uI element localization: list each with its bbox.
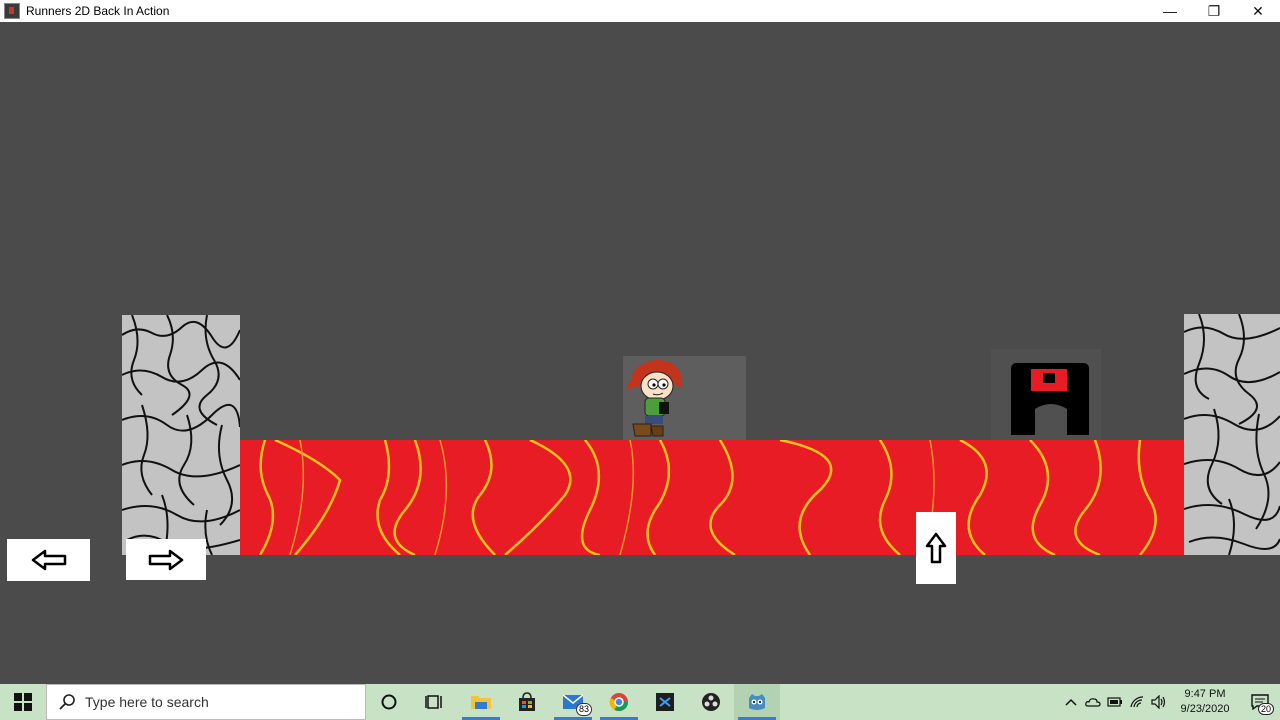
obs-icon	[702, 693, 720, 711]
arrow-up-icon	[925, 532, 947, 564]
cortana-button[interactable]	[366, 684, 412, 720]
godot-button[interactable]	[734, 684, 780, 720]
enemy-sprite-box	[991, 349, 1101, 440]
clock-time: 9:47 PM	[1184, 688, 1226, 700]
battery-icon[interactable]	[1104, 684, 1126, 720]
app-icon	[4, 3, 20, 19]
action-center-button[interactable]: 20	[1240, 684, 1280, 720]
obs-button[interactable]	[688, 684, 734, 720]
lava-pool	[240, 440, 1184, 555]
player-character-icon	[627, 360, 682, 437]
visual-studio-button[interactable]	[642, 684, 688, 720]
search-placeholder: Type here to search	[85, 694, 209, 710]
mail-badge: 83	[575, 703, 592, 716]
arrow-left-icon	[31, 549, 66, 571]
close-button[interactable]: ✕	[1236, 0, 1280, 22]
maximize-button[interactable]: ❐	[1192, 0, 1236, 22]
file-explorer-button[interactable]	[458, 684, 504, 720]
game-viewport[interactable]	[0, 22, 1280, 684]
mail-button[interactable]: 83	[550, 684, 596, 720]
arrow-right-icon	[148, 549, 184, 570]
enemy-monster-icon	[1011, 363, 1089, 435]
system-tray: 9:47 PM 9/23/2020 20	[1060, 684, 1280, 720]
taskbar-search-box[interactable]: Type here to search	[46, 684, 366, 720]
window-controls: — ❐ ✕	[1148, 0, 1280, 22]
taskbar: Type here to search 83 9:47 PM 9/23/2020…	[0, 684, 1280, 720]
tray-chevron-icon[interactable]	[1060, 684, 1082, 720]
start-button[interactable]	[0, 684, 46, 720]
chrome-icon	[609, 693, 628, 712]
windows-logo-icon	[14, 693, 32, 711]
clock-date: 9/23/2020	[1180, 703, 1230, 715]
stone-pillar-left	[122, 315, 240, 555]
jump-button[interactable]	[916, 512, 956, 584]
taskbar-clock[interactable]: 9:47 PM 9/23/2020	[1170, 687, 1240, 717]
vs-icon	[656, 693, 674, 711]
task-view-icon	[425, 695, 442, 709]
wifi-icon[interactable]	[1126, 684, 1148, 720]
taskbar-apps: 83	[366, 684, 780, 720]
move-left-button[interactable]	[7, 539, 90, 581]
move-right-button[interactable]	[126, 539, 206, 580]
window-titlebar[interactable]: Runners 2D Back In Action — ❐ ✕	[0, 0, 1280, 22]
volume-icon[interactable]	[1148, 684, 1170, 720]
store-icon	[519, 692, 535, 711]
chrome-button[interactable]	[596, 684, 642, 720]
cortana-icon	[381, 694, 397, 710]
notification-count: 20	[1257, 703, 1274, 715]
onedrive-icon[interactable]	[1082, 684, 1104, 720]
task-view-button[interactable]	[412, 684, 458, 720]
stone-pillar-right	[1184, 314, 1280, 555]
store-button[interactable]	[504, 684, 550, 720]
player-sprite-box	[623, 356, 746, 440]
godot-icon	[749, 694, 765, 710]
window-title: Runners 2D Back In Action	[26, 4, 170, 18]
search-icon	[59, 694, 75, 710]
minimize-button[interactable]: —	[1148, 0, 1192, 22]
file-explorer-icon	[471, 696, 491, 709]
